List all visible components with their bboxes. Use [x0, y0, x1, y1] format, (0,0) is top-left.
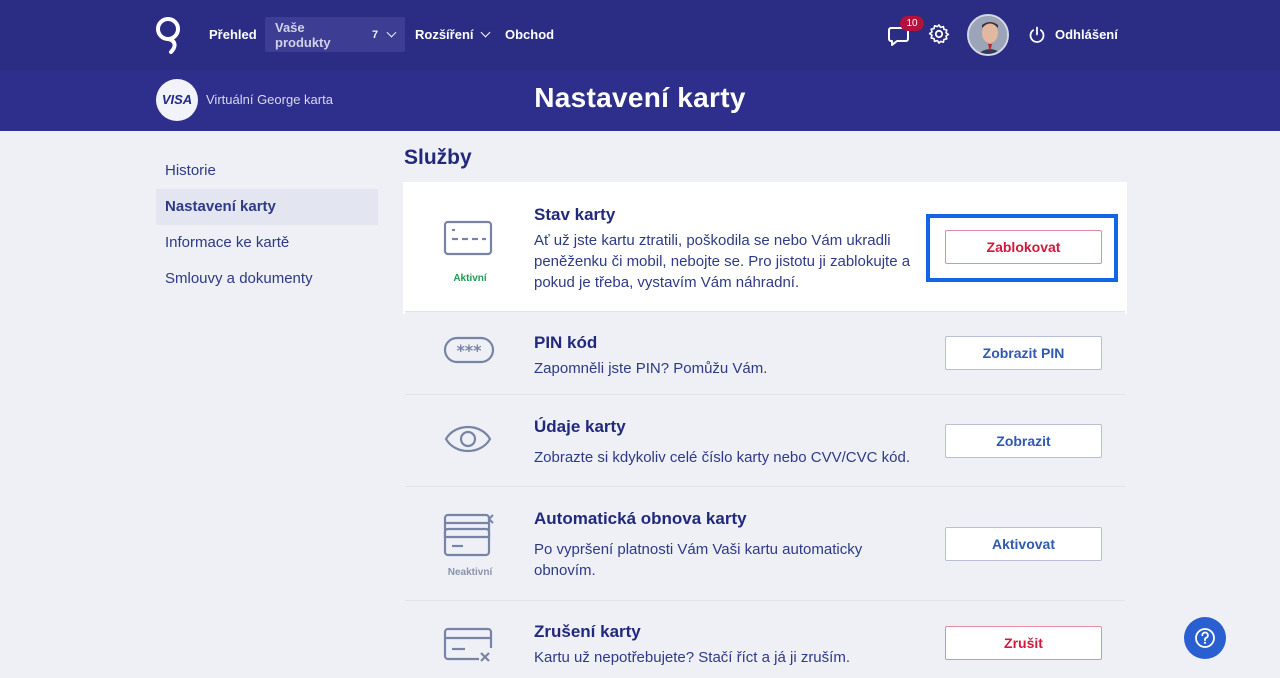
eye-icon — [444, 425, 492, 453]
card-cancel-icon — [443, 627, 493, 662]
cancel-card-button[interactable]: Zrušit — [945, 626, 1102, 660]
focus-highlight — [926, 214, 1118, 282]
service-title: Údaje karty — [534, 417, 626, 436]
chevron-down-icon — [480, 27, 490, 38]
messages-badge: 10 — [900, 16, 924, 31]
section-title: Služby — [404, 146, 472, 169]
nav-vase-produkty[interactable]: Vaše produkty 7 — [265, 17, 405, 52]
logout-label: Odhlášení — [1055, 27, 1118, 42]
status-badge: Aktivní — [453, 273, 487, 284]
logout-button[interactable]: Odhlášení — [1028, 17, 1118, 52]
products-count: 7 — [372, 28, 379, 41]
nav-produkty-label: Vaše produkty — [275, 19, 331, 50]
service-description: Po vypršení platnosti Vám Vaši kartu aut… — [534, 541, 863, 579]
show-card-details-button[interactable]: Zobrazit — [945, 424, 1102, 458]
service-title: Automatická obnova karty — [534, 509, 747, 528]
svg-text:***: *** — [456, 341, 482, 360]
show-pin-button[interactable]: Zobrazit PIN — [945, 336, 1102, 370]
service-row-cancel: Zrušení karty Kartu už nepotřebujete? St… — [405, 601, 1125, 678]
avatar-image — [969, 16, 1007, 54]
pin-icon: *** — [443, 336, 495, 364]
service-description: Zapomněli jste PIN? Pomůžu Vám. — [534, 360, 768, 377]
top-bar: Přehled Vaše produkty 7 Rozšíření Obchod… — [0, 0, 1280, 70]
service-description: Ať už jste kartu ztratili, poškodila se … — [534, 232, 911, 291]
help-button[interactable] — [1184, 617, 1226, 659]
activate-button[interactable]: Aktivovat — [945, 527, 1102, 561]
service-row-pin: *** PIN kód Zapomněli jste PIN? Pomůžu V… — [405, 312, 1125, 395]
card-header: VISA Virtuální George karta Nastavení ka… — [0, 70, 1280, 131]
side-item-historie[interactable]: Historie — [156, 153, 378, 189]
side-item-nastaveni-karty[interactable]: Nastavení karty — [156, 189, 378, 225]
service-description: Kartu už nepotřebujete? Stačí říct a já … — [534, 649, 850, 666]
service-row-auto-renew: Neaktivní Automatická obnova karty Po vy… — [405, 487, 1125, 601]
service-title: PIN kód — [534, 333, 598, 352]
george-logo[interactable] — [155, 16, 181, 54]
nav-prehled[interactable]: Přehled — [199, 17, 267, 52]
chevron-down-icon — [386, 27, 397, 38]
nav-prehled-label: Přehled — [209, 27, 257, 42]
nav-obchod-label: Obchod — [505, 27, 555, 42]
gear-icon[interactable] — [928, 23, 950, 45]
side-item-informace[interactable]: Informace ke kartě — [156, 225, 378, 261]
power-icon — [1029, 26, 1045, 43]
side-item-smlouvy[interactable]: Smlouvy a dokumenty — [156, 261, 378, 297]
nav-rozsireni[interactable]: Rozšíření — [405, 17, 499, 52]
service-title: Stav karty — [534, 205, 616, 224]
nav-obchod[interactable]: Obchod — [495, 17, 564, 52]
card-status-icon — [443, 220, 493, 256]
help-icon — [1195, 628, 1215, 648]
page-title: Nastavení karty — [534, 82, 746, 113]
avatar[interactable] — [967, 14, 1009, 56]
card-renew-icon — [443, 513, 494, 557]
side-navigation: Historie Nastavení karty Informace ke ka… — [156, 153, 378, 297]
status-badge: Neaktivní — [447, 567, 493, 578]
service-title: Zrušení karty — [534, 622, 641, 641]
service-row-card-details: Údaje karty Zobrazte si kdykoliv celé čí… — [405, 395, 1125, 487]
service-description: Zobrazte si kdykoliv celé číslo karty ne… — [534, 449, 910, 466]
nav-rozsireni-label: Rozšíření — [415, 27, 474, 42]
